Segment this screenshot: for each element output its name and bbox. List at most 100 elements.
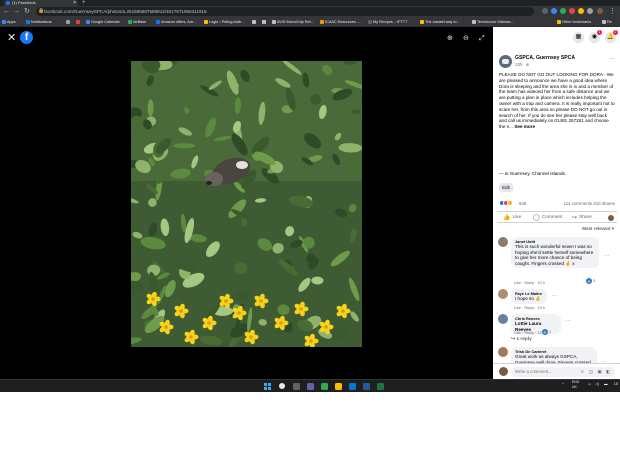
bookmark-reading-list[interactable]: Re bbox=[602, 17, 620, 27]
bookmark-easiest-way[interactable]: The easiest way to... bbox=[420, 17, 470, 27]
comment-actions[interactable]: Like · Reply · 13 h bbox=[514, 281, 545, 285]
forward-icon[interactable]: → bbox=[13, 7, 20, 16]
page-avatar[interactable] bbox=[499, 55, 512, 68]
airbase-icon bbox=[128, 20, 132, 24]
comment-options-icon[interactable]: ··· bbox=[604, 253, 609, 259]
globe-icon bbox=[262, 20, 266, 24]
extension-icon[interactable] bbox=[560, 8, 566, 14]
chrome-icon[interactable] bbox=[321, 383, 328, 390]
outlook-icon[interactable] bbox=[349, 383, 356, 390]
bookmark-star-icon[interactable] bbox=[542, 8, 548, 14]
comment-button[interactable]: ◯ Comment bbox=[533, 214, 563, 222]
comment-text: I hope so 🤞 bbox=[515, 296, 541, 301]
bookmark-icon-only[interactable] bbox=[252, 17, 260, 27]
tray-chevron-icon[interactable]: ^ bbox=[562, 382, 564, 387]
battery-icon[interactable]: ▬ bbox=[604, 382, 608, 387]
comment-attach-icons[interactable]: ☺ ◫ ▣ ◧ bbox=[580, 369, 612, 375]
viewer-avatar[interactable] bbox=[608, 215, 614, 221]
github-icon bbox=[66, 20, 70, 24]
task-view-icon[interactable] bbox=[293, 383, 300, 390]
post-options-icon[interactable]: ··· bbox=[609, 56, 615, 62]
comment-actions[interactable]: Like · Reply · 13 h bbox=[514, 306, 545, 310]
comment-options-icon[interactable]: ··· bbox=[552, 293, 557, 299]
globe-icon bbox=[252, 20, 256, 24]
post-timestamp[interactable]: 13h · ⊕ bbox=[515, 62, 529, 67]
see-more-link[interactable]: See more bbox=[514, 124, 535, 129]
comment-sort-dropdown[interactable]: Most relevant ▾ bbox=[582, 226, 614, 232]
tray-language[interactable]: ENG UK bbox=[572, 380, 579, 390]
address-bar: ← → ↻ 🔒 facebook.com/GuernseySPCA/photos… bbox=[0, 6, 620, 17]
bookmark-icon-only[interactable] bbox=[262, 17, 270, 27]
comment-item: Janet Unitt This is such wonderful news!… bbox=[498, 237, 616, 287]
page-name-link[interactable]: GSPCA, Guernsey SPCA bbox=[515, 55, 575, 61]
network-icon[interactable]: ▭ bbox=[588, 382, 591, 387]
bookmark-petlog[interactable]: Login • Petlog Auth... bbox=[204, 17, 250, 27]
thumbs-up-icon: 👍 bbox=[503, 215, 511, 221]
commenter-avatar[interactable] bbox=[498, 314, 508, 324]
back-icon[interactable]: ← bbox=[3, 7, 10, 16]
reaction-summary[interactable]: 645 114 comments 310 shares bbox=[499, 200, 615, 208]
comment-actions[interactable]: Like · Reply · 12 h bbox=[514, 331, 545, 335]
bookmark-technicolor[interactable]: Technicolor Gatewa... bbox=[472, 17, 526, 27]
url-field[interactable]: 🔒 facebook.com/GuernseySPCA/photos/a.261… bbox=[36, 7, 534, 16]
menu-grid-icon[interactable]: ▦ bbox=[573, 32, 584, 43]
comment-text: This is such wonderful news! I was so ho… bbox=[515, 244, 594, 266]
panel-top-bar: ▦ ◉ 1 🔔 2 bbox=[493, 27, 620, 49]
teams-icon[interactable] bbox=[307, 383, 314, 390]
bookmark-avid[interactable]: AVID MicroChip Ret... bbox=[272, 17, 318, 27]
extension-icon[interactable] bbox=[578, 8, 584, 14]
zoom-in-icon[interactable]: ⊕ bbox=[447, 35, 453, 43]
fullscreen-icon[interactable]: ⤢ bbox=[479, 35, 485, 43]
menu-dots-icon[interactable]: ⋮ bbox=[609, 7, 616, 16]
bookmark-google-calendar[interactable]: Google Calendar bbox=[86, 17, 126, 27]
volume-icon[interactable]: ◁) bbox=[595, 382, 599, 387]
post-location[interactable]: — in Guernsey, Channel Islands. bbox=[499, 171, 615, 176]
bookmark-amazon[interactable]: Amazon offers, Am... bbox=[156, 17, 202, 27]
post-panel: ▦ ◉ 1 🔔 2 GSPCA, Guernsey SPCA 13h · ⊕ ···… bbox=[493, 27, 620, 379]
photo-viewer: ✕ f ⊕ ⊖ ⤢ bbox=[0, 27, 493, 379]
word-icon[interactable] bbox=[363, 383, 370, 390]
windows-taskbar: ^ ENG UK ▭ ◁) ▬ 15 bbox=[0, 379, 620, 392]
apps-grid-icon bbox=[2, 20, 6, 24]
bookmark-other[interactable]: Other bookmarks bbox=[557, 17, 599, 27]
post-text: PLEASE DO NOT GO OUT LOOKING FOR DORA - … bbox=[499, 72, 615, 130]
post-body-text: PLEASE DO NOT GO OUT LOOKING FOR DORA - … bbox=[499, 72, 615, 130]
messenger-badge: 1 bbox=[597, 30, 602, 35]
bookmark-icon-only[interactable] bbox=[76, 17, 84, 27]
like-button[interactable]: 👍 Like bbox=[503, 214, 521, 222]
commenter-avatar[interactable] bbox=[498, 237, 508, 247]
share-button[interactable]: ↪ Share bbox=[572, 214, 592, 222]
comment-item: Chris Reeves Lottie Laura Reeves ··· Lik… bbox=[498, 314, 616, 338]
commenter-avatar[interactable] bbox=[498, 289, 508, 299]
search-icon[interactable] bbox=[279, 383, 285, 389]
file-explorer-icon[interactable] bbox=[335, 383, 342, 390]
bookmark-ifttt[interactable]: My Recipes – IFTTT bbox=[368, 17, 418, 27]
icaac-icon bbox=[320, 20, 324, 24]
bookmark-apps[interactable]: Apps bbox=[2, 17, 24, 27]
profile-avatar[interactable] bbox=[597, 8, 603, 14]
comment-share-stats[interactable]: 114 comments 310 shares bbox=[564, 201, 615, 206]
edit-button[interactable]: Edit bbox=[499, 183, 513, 192]
commenter-avatar[interactable] bbox=[498, 347, 508, 357]
windows-start-icon[interactable] bbox=[264, 383, 271, 390]
lock-icon: 🔒 bbox=[38, 8, 45, 14]
taskbar-clock[interactable]: 15 bbox=[614, 382, 618, 386]
excel-icon[interactable] bbox=[377, 383, 384, 390]
notification-badge: 2 bbox=[613, 30, 618, 35]
messenger-icon[interactable]: ◉ 1 bbox=[589, 30, 602, 43]
notifications-bell-icon[interactable]: 🔔 2 bbox=[605, 30, 618, 43]
comment-options-icon[interactable]: ··· bbox=[566, 318, 571, 324]
close-viewer-icon[interactable]: ✕ bbox=[7, 31, 16, 45]
reload-icon[interactable]: ↻ bbox=[24, 7, 30, 16]
zoom-out-icon[interactable]: ⊖ bbox=[463, 35, 469, 43]
bookmark-airbase[interactable]: AirBase bbox=[128, 17, 154, 27]
extension-icon[interactable] bbox=[551, 8, 557, 14]
facebook-favicon-icon bbox=[6, 1, 10, 5]
extension-icon[interactable] bbox=[569, 8, 575, 14]
view-replies-link[interactable]: ↪ 1 reply bbox=[511, 337, 532, 342]
bookmark-icon-only[interactable] bbox=[66, 17, 74, 27]
puzzle-icon[interactable] bbox=[587, 8, 593, 14]
facebook-logo-icon[interactable]: f bbox=[20, 31, 33, 44]
bookmark-notifications[interactable]: Notifications bbox=[26, 17, 64, 27]
bookmark-icaac[interactable]: ICAAC Resources -... bbox=[320, 17, 366, 27]
